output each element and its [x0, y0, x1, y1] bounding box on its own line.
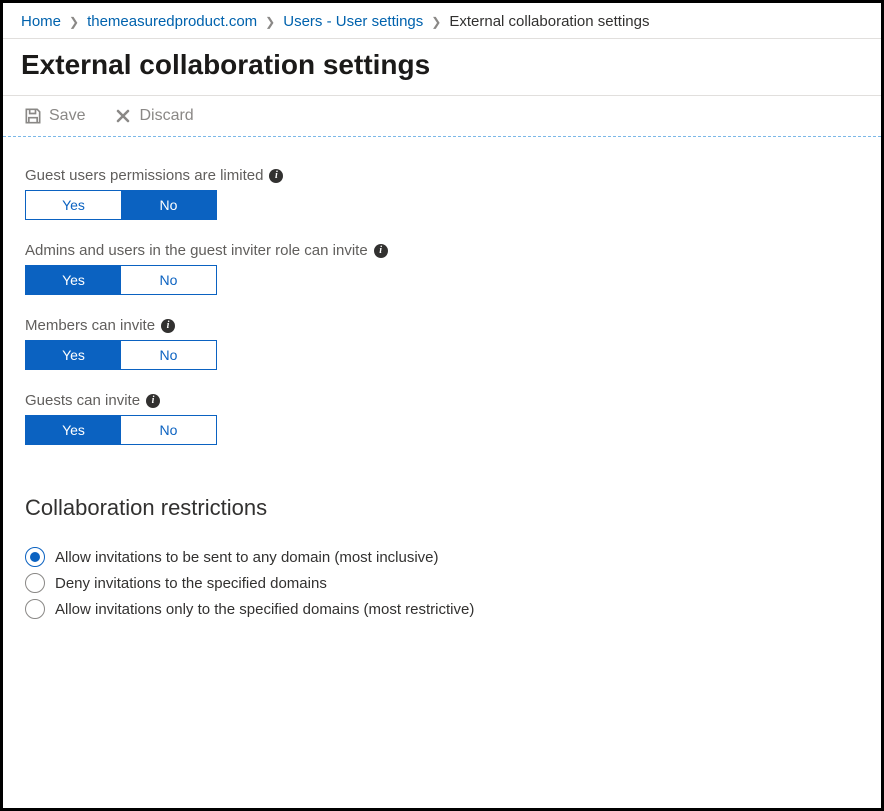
toggle-option-no[interactable]: No [121, 416, 216, 444]
setting-members-invite: Members can invite i Yes No [25, 317, 859, 370]
save-button[interactable]: Save [23, 106, 85, 126]
radio-allow-any-domain[interactable]: Allow invitations to be sent to any doma… [25, 547, 859, 567]
save-icon [23, 106, 43, 126]
radio-label: Allow invitations to be sent to any doma… [55, 549, 439, 566]
radio-deny-specified-domains[interactable]: Deny invitations to the specified domain… [25, 573, 859, 593]
info-icon[interactable]: i [374, 244, 388, 258]
chevron-right-icon: ❯ [69, 15, 79, 29]
radio-icon [25, 547, 45, 567]
discard-button[interactable]: Discard [113, 106, 193, 126]
chevron-right-icon: ❯ [431, 15, 441, 29]
toggle-guests-invite[interactable]: Yes No [25, 415, 217, 445]
info-icon[interactable]: i [146, 394, 160, 408]
toggle-option-no[interactable]: No [121, 266, 216, 294]
breadcrumb-users[interactable]: Users - User settings [283, 13, 423, 30]
setting-label: Admins and users in the guest inviter ro… [25, 242, 368, 259]
toggle-guest-inviter-role[interactable]: Yes No [25, 265, 217, 295]
radio-icon [25, 599, 45, 619]
setting-guest-inviter-role: Admins and users in the guest inviter ro… [25, 242, 859, 295]
collaboration-restrictions-heading: Collaboration restrictions [25, 495, 859, 521]
breadcrumb-current: External collaboration settings [449, 13, 649, 30]
toggle-option-yes[interactable]: Yes [26, 191, 121, 219]
setting-guest-permissions: Guest users permissions are limited i Ye… [25, 167, 859, 220]
toolbar: Save Discard [3, 96, 881, 136]
page-title: External collaboration settings [3, 39, 881, 95]
save-button-label: Save [49, 107, 85, 125]
discard-button-label: Discard [139, 107, 193, 125]
setting-guests-invite: Guests can invite i Yes No [25, 392, 859, 445]
breadcrumb-home[interactable]: Home [21, 13, 61, 30]
toggle-guest-permissions[interactable]: Yes No [25, 190, 217, 220]
toggle-option-yes[interactable]: Yes [26, 416, 121, 444]
radio-label: Allow invitations only to the specified … [55, 601, 474, 618]
toggle-option-no[interactable]: No [121, 341, 216, 369]
radio-allow-only-specified-domains[interactable]: Allow invitations only to the specified … [25, 599, 859, 619]
setting-label: Members can invite [25, 317, 155, 334]
breadcrumb-tenant[interactable]: themeasuredproduct.com [87, 13, 257, 30]
breadcrumb: Home ❯ themeasuredproduct.com ❯ Users - … [3, 3, 881, 39]
setting-label: Guests can invite [25, 392, 140, 409]
chevron-right-icon: ❯ [265, 15, 275, 29]
toggle-option-yes[interactable]: Yes [26, 266, 121, 294]
info-icon[interactable]: i [269, 169, 283, 183]
radio-icon [25, 573, 45, 593]
setting-label: Guest users permissions are limited [25, 167, 263, 184]
toggle-members-invite[interactable]: Yes No [25, 340, 217, 370]
close-icon [113, 106, 133, 126]
radio-label: Deny invitations to the specified domain… [55, 575, 327, 592]
toggle-option-yes[interactable]: Yes [26, 341, 121, 369]
collaboration-restrictions-group: Allow invitations to be sent to any doma… [25, 547, 859, 619]
info-icon[interactable]: i [161, 319, 175, 333]
toggle-option-no[interactable]: No [121, 191, 216, 219]
